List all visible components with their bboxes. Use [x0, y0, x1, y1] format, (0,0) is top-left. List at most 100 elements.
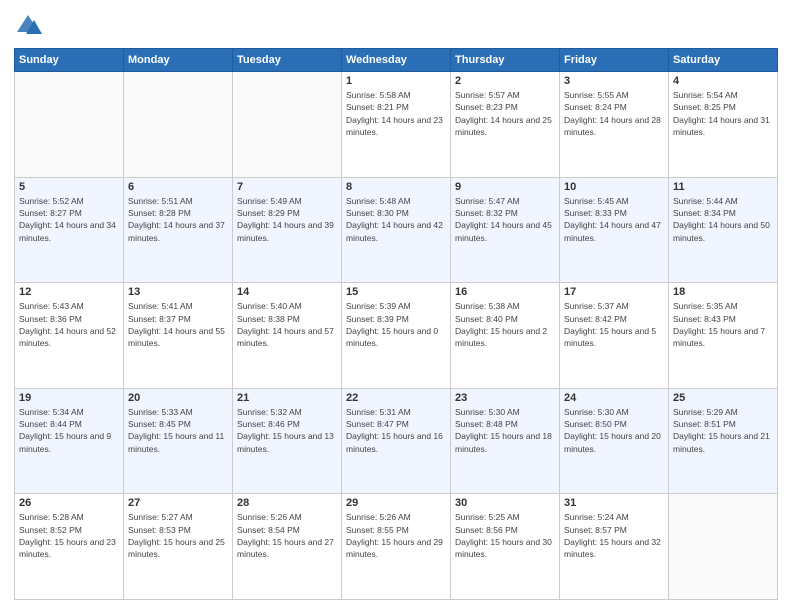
calendar-cell: 8 Sunrise: 5:48 AM Sunset: 8:30 PM Daylig… — [342, 177, 451, 283]
day-number: 28 — [237, 497, 337, 509]
day-info: Sunrise: 5:48 AM Sunset: 8:30 PM Dayligh… — [346, 195, 446, 244]
calendar-cell: 6 Sunrise: 5:51 AM Sunset: 8:28 PM Daylig… — [124, 177, 233, 283]
day-number: 11 — [673, 181, 773, 193]
calendar-cell: 9 Sunrise: 5:47 AM Sunset: 8:32 PM Daylig… — [451, 177, 560, 283]
day-number: 30 — [455, 497, 555, 509]
day-number: 16 — [455, 286, 555, 298]
day-number: 6 — [128, 181, 228, 193]
day-info: Sunrise: 5:43 AM Sunset: 8:36 PM Dayligh… — [19, 300, 119, 349]
calendar-cell: 15 Sunrise: 5:39 AM Sunset: 8:39 PM Dayli… — [342, 283, 451, 389]
day-info: Sunrise: 5:37 AM Sunset: 8:42 PM Dayligh… — [564, 300, 664, 349]
day-info: Sunrise: 5:44 AM Sunset: 8:34 PM Dayligh… — [673, 195, 773, 244]
day-number: 21 — [237, 392, 337, 404]
day-info: Sunrise: 5:49 AM Sunset: 8:29 PM Dayligh… — [237, 195, 337, 244]
calendar-week-row: 26 Sunrise: 5:28 AM Sunset: 8:52 PM Dayli… — [15, 494, 778, 600]
day-info: Sunrise: 5:30 AM Sunset: 8:50 PM Dayligh… — [564, 406, 664, 455]
day-info: Sunrise: 5:30 AM Sunset: 8:48 PM Dayligh… — [455, 406, 555, 455]
calendar-cell: 24 Sunrise: 5:30 AM Sunset: 8:50 PM Dayli… — [560, 388, 669, 494]
day-number: 3 — [564, 75, 664, 87]
day-info: Sunrise: 5:29 AM Sunset: 8:51 PM Dayligh… — [673, 406, 773, 455]
day-info: Sunrise: 5:40 AM Sunset: 8:38 PM Dayligh… — [237, 300, 337, 349]
calendar-cell: 20Sunrise: 5:33 AM Sunset: 8:45 PM Dayli… — [124, 388, 233, 494]
day-info: Sunrise: 5:57 AM Sunset: 8:23 PM Dayligh… — [455, 89, 555, 138]
day-info: Sunrise: 5:28 AM Sunset: 8:52 PM Dayligh… — [19, 511, 119, 560]
day-number: 24 — [564, 392, 664, 404]
col-header-thursday: Thursday — [451, 49, 560, 72]
day-number: 18 — [673, 286, 773, 298]
day-number: 13 — [128, 286, 228, 298]
day-info: Sunrise: 5:38 AM Sunset: 8:40 PM Dayligh… — [455, 300, 555, 349]
day-info: Sunrise: 5:47 AM Sunset: 8:32 PM Dayligh… — [455, 195, 555, 244]
calendar-cell: 30 Sunrise: 5:25 AM Sunset: 8:56 PM Dayli… — [451, 494, 560, 600]
calendar-cell: 11 Sunrise: 5:44 AM Sunset: 8:34 PM Dayli… — [669, 177, 778, 283]
day-number: 2 — [455, 75, 555, 87]
calendar-cell — [669, 494, 778, 600]
day-info: Sunrise: 5:26 AM Sunset: 8:54 PM Dayligh… — [237, 511, 337, 560]
calendar-cell: 5 Sunrise: 5:52 AM Sunset: 8:27 PM Daylig… — [15, 177, 124, 283]
calendar-cell: 1Sunrise: 5:58 AM Sunset: 8:21 PM Daylig… — [342, 72, 451, 178]
calendar-header-row: SundayMondayTuesdayWednesdayThursdayFrid… — [15, 49, 778, 72]
calendar-cell: 4 Sunrise: 5:54 AM Sunset: 8:25 PM Daylig… — [669, 72, 778, 178]
calendar-cell: 27 Sunrise: 5:27 AM Sunset: 8:53 PM Dayli… — [124, 494, 233, 600]
calendar-cell: 31 Sunrise: 5:24 AM Sunset: 8:57 PM Dayli… — [560, 494, 669, 600]
day-info: Sunrise: 5:35 AM Sunset: 8:43 PM Dayligh… — [673, 300, 773, 349]
day-info: Sunrise: 5:34 AM Sunset: 8:44 PM Dayligh… — [19, 406, 119, 455]
day-info: Sunrise: 5:58 AM Sunset: 8:21 PM Dayligh… — [346, 89, 446, 138]
col-header-tuesday: Tuesday — [233, 49, 342, 72]
calendar-week-row: 1Sunrise: 5:58 AM Sunset: 8:21 PM Daylig… — [15, 72, 778, 178]
logo — [14, 12, 46, 40]
col-header-sunday: Sunday — [15, 49, 124, 72]
calendar-cell: 10 Sunrise: 5:45 AM Sunset: 8:33 PM Dayli… — [560, 177, 669, 283]
calendar-cell: 28 Sunrise: 5:26 AM Sunset: 8:54 PM Dayli… — [233, 494, 342, 600]
day-info: Sunrise: 5:51 AM Sunset: 8:28 PM Dayligh… — [128, 195, 228, 244]
day-number: 12 — [19, 286, 119, 298]
calendar-cell: 22Sunrise: 5:31 AM Sunset: 8:47 PM Dayli… — [342, 388, 451, 494]
day-info: Sunrise: 5:39 AM Sunset: 8:39 PM Dayligh… — [346, 300, 446, 349]
calendar-cell: 14 Sunrise: 5:40 AM Sunset: 8:38 PM Dayli… — [233, 283, 342, 389]
day-info: Sunrise: 5:25 AM Sunset: 8:56 PM Dayligh… — [455, 511, 555, 560]
day-number: 31 — [564, 497, 664, 509]
col-header-friday: Friday — [560, 49, 669, 72]
day-info: Sunrise: 5:52 AM Sunset: 8:27 PM Dayligh… — [19, 195, 119, 244]
calendar-cell: 16 Sunrise: 5:38 AM Sunset: 8:40 PM Dayli… — [451, 283, 560, 389]
day-number: 29 — [346, 497, 446, 509]
calendar-cell: 13Sunrise: 5:41 AM Sunset: 8:37 PM Dayli… — [124, 283, 233, 389]
day-info: Sunrise: 5:45 AM Sunset: 8:33 PM Dayligh… — [564, 195, 664, 244]
day-number: 26 — [19, 497, 119, 509]
day-number: 5 — [19, 181, 119, 193]
day-number: 27 — [128, 497, 228, 509]
day-info: Sunrise: 5:24 AM Sunset: 8:57 PM Dayligh… — [564, 511, 664, 560]
calendar-cell: 2 Sunrise: 5:57 AM Sunset: 8:23 PM Daylig… — [451, 72, 560, 178]
calendar-week-row: 19Sunrise: 5:34 AM Sunset: 8:44 PM Dayli… — [15, 388, 778, 494]
day-info: Sunrise: 5:27 AM Sunset: 8:53 PM Dayligh… — [128, 511, 228, 560]
calendar-cell — [15, 72, 124, 178]
day-number: 14 — [237, 286, 337, 298]
day-number: 4 — [673, 75, 773, 87]
col-header-saturday: Saturday — [669, 49, 778, 72]
calendar-table: SundayMondayTuesdayWednesdayThursdayFrid… — [14, 48, 778, 600]
day-number: 15 — [346, 286, 446, 298]
calendar-cell: 17Sunrise: 5:37 AM Sunset: 8:42 PM Dayli… — [560, 283, 669, 389]
col-header-wednesday: Wednesday — [342, 49, 451, 72]
calendar-cell: 12 Sunrise: 5:43 AM Sunset: 8:36 PM Dayli… — [15, 283, 124, 389]
day-info: Sunrise: 5:54 AM Sunset: 8:25 PM Dayligh… — [673, 89, 773, 138]
calendar-week-row: 5 Sunrise: 5:52 AM Sunset: 8:27 PM Daylig… — [15, 177, 778, 283]
calendar-cell: 26 Sunrise: 5:28 AM Sunset: 8:52 PM Dayli… — [15, 494, 124, 600]
day-number: 23 — [455, 392, 555, 404]
calendar-cell: 25 Sunrise: 5:29 AM Sunset: 8:51 PM Dayli… — [669, 388, 778, 494]
day-number: 10 — [564, 181, 664, 193]
logo-icon — [14, 12, 42, 40]
calendar-cell: 3 Sunrise: 5:55 AM Sunset: 8:24 PM Daylig… — [560, 72, 669, 178]
calendar-cell — [124, 72, 233, 178]
calendar-cell: 29 Sunrise: 5:26 AM Sunset: 8:55 PM Dayli… — [342, 494, 451, 600]
day-info: Sunrise: 5:55 AM Sunset: 8:24 PM Dayligh… — [564, 89, 664, 138]
day-number: 7 — [237, 181, 337, 193]
day-number: 9 — [455, 181, 555, 193]
day-info: Sunrise: 5:26 AM Sunset: 8:55 PM Dayligh… — [346, 511, 446, 560]
day-number: 25 — [673, 392, 773, 404]
calendar-cell: 18 Sunrise: 5:35 AM Sunset: 8:43 PM Dayli… — [669, 283, 778, 389]
calendar-cell: 19Sunrise: 5:34 AM Sunset: 8:44 PM Dayli… — [15, 388, 124, 494]
day-info: Sunrise: 5:32 AM Sunset: 8:46 PM Dayligh… — [237, 406, 337, 455]
page: SundayMondayTuesdayWednesdayThursdayFrid… — [0, 0, 792, 612]
day-number: 8 — [346, 181, 446, 193]
